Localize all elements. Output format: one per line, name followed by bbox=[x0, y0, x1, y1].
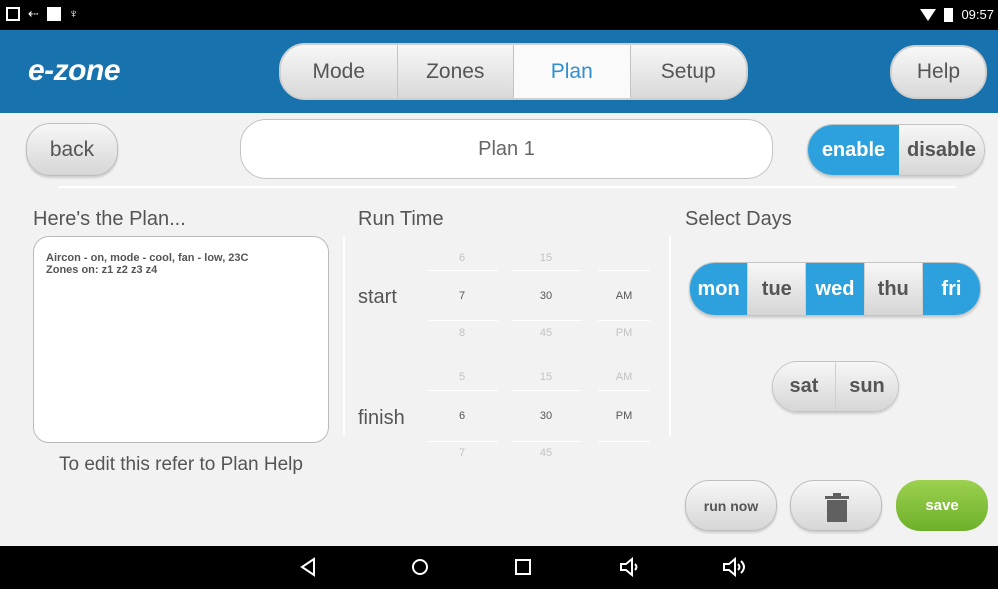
day-mon[interactable]: mon bbox=[690, 263, 749, 315]
tab-plan[interactable]: Plan bbox=[514, 45, 631, 98]
picker-line bbox=[428, 390, 498, 391]
weekday-selector: mon tue wed thu fri bbox=[689, 262, 981, 316]
start-hour-prev: 6 bbox=[458, 252, 466, 264]
recents-nav-icon[interactable] bbox=[512, 556, 534, 578]
finish-ampm-prev: AM bbox=[615, 371, 633, 383]
finish-minute-next: 45 bbox=[539, 447, 553, 459]
plan-summary-title: Here's the Plan... bbox=[33, 208, 186, 230]
main-tabs: Mode Zones Plan Setup bbox=[279, 43, 748, 100]
start-hour-next: 8 bbox=[458, 327, 466, 339]
battery-icon bbox=[944, 7, 954, 22]
volume-down-icon[interactable] bbox=[619, 556, 643, 578]
status-icons-right: 09:57 bbox=[920, 7, 994, 22]
tab-mode[interactable]: Mode bbox=[281, 45, 398, 98]
save-button[interactable]: save bbox=[896, 480, 988, 531]
enable-button[interactable]: enable bbox=[808, 125, 899, 175]
volume-up-icon[interactable] bbox=[722, 556, 750, 578]
column-separator bbox=[669, 236, 671, 436]
finish-ampm-picker[interactable]: PM bbox=[616, 410, 633, 422]
start-hour-picker[interactable]: 7 bbox=[459, 290, 465, 302]
day-wed[interactable]: wed bbox=[806, 263, 865, 315]
start-label: start bbox=[358, 286, 397, 308]
finish-hour-next: 7 bbox=[458, 447, 466, 459]
back-button[interactable]: back bbox=[26, 123, 118, 176]
picker-line bbox=[598, 390, 650, 391]
start-minute-prev: 15 bbox=[539, 252, 553, 264]
finish-minute-picker[interactable]: 30 bbox=[540, 410, 552, 422]
finish-hour-picker[interactable]: 6 bbox=[459, 410, 465, 422]
tab-zones[interactable]: Zones bbox=[398, 45, 514, 98]
plan-summary-box: Aircon - on, mode - cool, fan - low, 23C… bbox=[33, 236, 329, 443]
day-sat[interactable]: sat bbox=[773, 362, 836, 411]
trash-icon bbox=[825, 493, 849, 522]
start-minute-picker[interactable]: 30 bbox=[540, 290, 552, 302]
app-header: e-zone Mode Zones Plan Setup Help bbox=[0, 30, 998, 113]
plan-summary-line: Aircon - on, mode - cool, fan - low, 23C bbox=[46, 252, 249, 264]
section-divider bbox=[58, 186, 956, 188]
picker-line bbox=[428, 320, 498, 321]
day-thu[interactable]: thu bbox=[864, 263, 923, 315]
picker-line bbox=[512, 270, 582, 271]
status-bar: ⇠ ♆ 09:57 bbox=[0, 0, 998, 30]
picker-line bbox=[512, 390, 582, 391]
screenshot-icon bbox=[6, 7, 20, 21]
column-separator bbox=[343, 236, 345, 436]
picker-line bbox=[428, 270, 498, 271]
delete-button[interactable] bbox=[790, 480, 882, 531]
status-icons-left: ⇠ ♆ bbox=[6, 7, 79, 21]
app-logo: e-zone bbox=[28, 54, 121, 87]
picker-line bbox=[512, 441, 582, 442]
disable-button[interactable]: disable bbox=[899, 125, 984, 175]
picker-line bbox=[598, 320, 650, 321]
day-tue[interactable]: tue bbox=[748, 263, 807, 315]
picker-line bbox=[598, 441, 650, 442]
enable-disable-toggle: enable disable bbox=[807, 124, 985, 176]
start-ampm-next: PM bbox=[615, 327, 633, 339]
edit-note: To edit this refer to Plan Help bbox=[59, 454, 303, 475]
picker-line bbox=[598, 270, 650, 271]
select-days-title: Select Days bbox=[685, 208, 792, 230]
navigation-bar bbox=[0, 546, 998, 589]
wifi-icon bbox=[920, 8, 937, 21]
start-ampm-picker[interactable]: AM bbox=[616, 290, 633, 302]
home-nav-icon[interactable] bbox=[409, 556, 431, 578]
run-now-button[interactable]: run now bbox=[685, 480, 777, 531]
day-fri[interactable]: fri bbox=[922, 263, 980, 315]
finish-minute-prev: 15 bbox=[539, 371, 553, 383]
back-nav-icon[interactable] bbox=[298, 556, 318, 578]
status-time: 09:57 bbox=[961, 7, 994, 22]
weekend-selector: sat sun bbox=[772, 361, 899, 412]
finish-hour-prev: 5 bbox=[458, 371, 466, 383]
notification-square-icon bbox=[46, 7, 61, 21]
plan-name-field[interactable]: Plan 1 bbox=[240, 119, 773, 179]
run-time-title: Run Time bbox=[358, 208, 444, 230]
picker-line bbox=[428, 441, 498, 442]
help-button[interactable]: Help bbox=[890, 45, 987, 99]
plan-summary-line: Zones on: z1 z2 z3 z4 bbox=[46, 264, 158, 276]
finish-label: finish bbox=[358, 407, 405, 429]
day-sun[interactable]: sun bbox=[836, 362, 898, 411]
tab-setup[interactable]: Setup bbox=[631, 45, 747, 98]
picker-line bbox=[512, 320, 582, 321]
start-minute-next: 45 bbox=[539, 327, 553, 339]
debug-icon: ♆ bbox=[68, 6, 79, 21]
usb-icon: ⇠ bbox=[28, 6, 39, 21]
